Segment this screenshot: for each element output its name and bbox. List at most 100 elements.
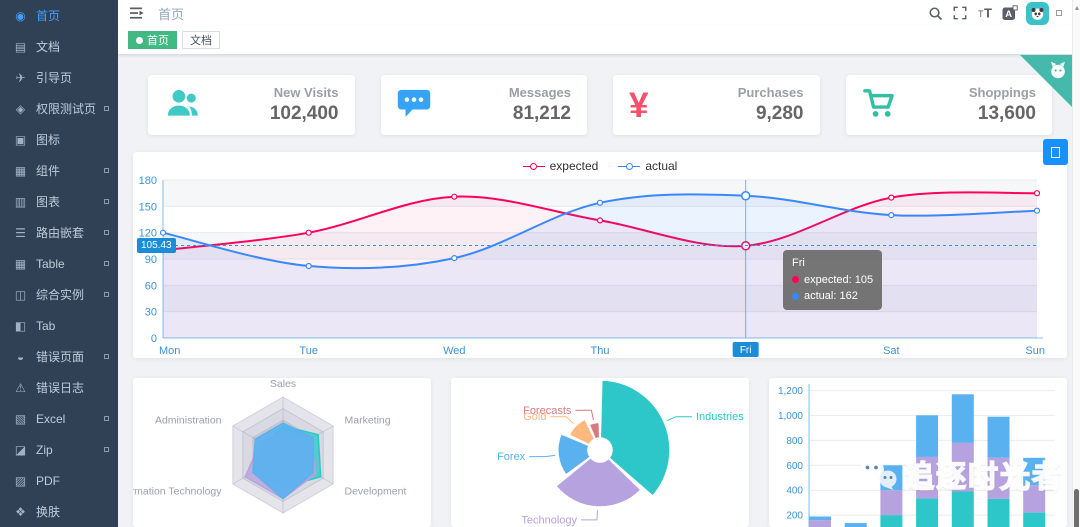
font-size-icon[interactable]: TT <box>976 4 994 22</box>
example-icon: ◫ <box>14 287 27 302</box>
settings-icon <box>1051 146 1060 158</box>
stat-card-value: 102,400 <box>269 103 339 124</box>
svg-text:150: 150 <box>139 201 157 213</box>
stat-card-title: Messages <box>508 85 571 100</box>
caret-down-icon[interactable] <box>1056 10 1062 16</box>
search-icon[interactable] <box>926 4 944 22</box>
svg-text:Administration: Administration <box>155 415 222 427</box>
chart-icon: ▥ <box>14 194 27 209</box>
sidebar-item-charts[interactable]: ▥ 图表 <box>0 186 118 217</box>
tag-文档[interactable]: 文档 <box>182 31 220 49</box>
sidebar-item-label: Excel <box>36 411 66 426</box>
sidebar-item-home[interactable]: ◉ 首页 <box>0 0 118 31</box>
chevron-right-icon <box>104 261 109 266</box>
stat-card-messages[interactable]: Messages 81,212 <box>380 75 587 135</box>
stat-card-purchases[interactable]: ¥ Purchases 9,280 <box>613 75 820 135</box>
error-page-icon: ◒ <box>16 349 25 364</box>
legend-item-actual[interactable]: actual <box>618 159 677 173</box>
svg-text:Forex: Forex <box>497 451 526 463</box>
sidebar-item-nested-routes[interactable]: ☰ 路由嵌套 <box>0 217 118 248</box>
legend-label: expected <box>549 159 599 173</box>
sidebar-item-label: Table <box>36 256 65 271</box>
axis-pointer-label: 105.43 <box>137 238 176 253</box>
sidebar-item-permission[interactable]: ◈ 权限测试页 <box>0 93 118 124</box>
stat-card-title: New Visits <box>273 85 339 100</box>
stat-card-value: 81,212 <box>512 103 571 124</box>
svg-text:60: 60 <box>145 280 157 292</box>
legend-item-expected[interactable]: expected <box>522 159 599 173</box>
legend-marker <box>618 162 641 170</box>
breadcrumb[interactable]: 首页 <box>158 4 184 23</box>
sidebar-item-guide[interactable]: ✈ 引导页 <box>0 62 118 93</box>
sidebar-item-label: 首页 <box>36 9 61 23</box>
bar-chart[interactable]: 200 400 600 800 1,000 1,200 <box>769 378 1062 527</box>
sidebar-item-table[interactable]: ▦ Table <box>0 248 118 279</box>
chevron-right-icon <box>104 416 109 421</box>
sidebar-item-pdf[interactable]: ▨ PDF <box>0 465 118 496</box>
svg-text:1,000: 1,000 <box>778 411 803 422</box>
hamburger-icon[interactable] <box>128 4 146 22</box>
sidebar-item-label: Zip <box>36 442 53 457</box>
svg-text:30: 30 <box>145 307 157 319</box>
sidebar-item-example[interactable]: ◫ 综合实例 <box>0 279 118 310</box>
chevron-right-icon <box>104 199 109 204</box>
sidebar-item-error-log[interactable]: ⚠ 错误日志 <box>0 372 118 403</box>
scrollbar-thumb[interactable] <box>1074 489 1079 527</box>
chevron-right-icon <box>104 106 109 111</box>
icons-icon: ▣ <box>14 132 27 147</box>
radar-chart[interactable]: Sales Administration Information Technolog… <box>133 378 426 527</box>
stat-card-value: 9,280 <box>755 103 804 124</box>
fullscreen-icon[interactable] <box>951 4 969 22</box>
svg-text:90: 90 <box>145 254 157 266</box>
guide-icon: ✈ <box>15 70 26 85</box>
chevron-right-icon <box>104 447 109 452</box>
sidebar-item-label: 错误页面 <box>36 350 85 364</box>
tag-label: 文档 <box>190 35 212 47</box>
sidebar-item-tab[interactable]: ◧ Tab <box>0 310 118 341</box>
stat-card-new-visits[interactable]: New Visits 102,400 <box>148 75 355 135</box>
tag-首页[interactable]: 首页 <box>128 31 177 49</box>
navbar: 首页 TT A <box>118 0 1072 26</box>
sidebar-item-label: 文档 <box>36 40 61 54</box>
chevron-right-icon <box>104 168 109 173</box>
sidebar-item-icons[interactable]: ▣ 图标 <box>0 124 118 155</box>
avatar[interactable] <box>1026 1 1049 25</box>
svg-text:Information Technology: Information Technology <box>133 486 222 498</box>
language-icon[interactable]: A <box>1001 4 1019 22</box>
sidebar-item-label: 引导页 <box>36 71 73 85</box>
tab-icon: ◧ <box>14 318 27 333</box>
zip-icon: ◪ <box>14 442 27 457</box>
sidebar-item-zip[interactable]: ◪ Zip <box>0 434 118 465</box>
dashboard-content: New Visits 102,400 Messages 81,212 ¥ Purchase… <box>118 55 1072 527</box>
chart-legend: expected actual <box>133 159 1067 173</box>
line-chart[interactable]: Mon Tue Wed Thu Fri Sat Sun0306090120150180 <box>133 152 1053 358</box>
radar-chart-panel: Sales Administration Information Technolog… <box>133 378 431 527</box>
sidebar-item-label: 图表 <box>36 195 61 209</box>
svg-text:400: 400 <box>786 486 803 497</box>
bar-chart-panel: 200 400 600 800 1,000 1,200 追逐时光者 <box>769 378 1067 527</box>
svg-text:Fri: Fri <box>740 345 752 356</box>
settings-button[interactable] <box>1043 139 1068 165</box>
svg-text:T: T <box>984 6 992 21</box>
dashboard-icon: ◉ <box>15 8 26 23</box>
pie-chart[interactable]: IndustriesTechnologyForexGoldForecasts <box>451 378 744 527</box>
chevron-right-icon <box>104 292 109 297</box>
svg-text:180: 180 <box>139 175 157 187</box>
theme-icon: ❖ <box>15 504 26 519</box>
page-scrollbar[interactable] <box>1072 0 1080 527</box>
svg-text:Marketing: Marketing <box>345 415 391 427</box>
sidebar-item-label: 错误日志 <box>36 381 85 395</box>
sidebar-item-theme[interactable]: ❖ 换肤 <box>0 496 118 527</box>
svg-text:800: 800 <box>786 436 803 447</box>
github-icon <box>1047 59 1069 86</box>
sidebar-item-components[interactable]: ▦ 组件 <box>0 155 118 186</box>
svg-text:Forecasts: Forecasts <box>523 405 572 417</box>
sidebar-item-documentation[interactable]: ▤ 文档 <box>0 31 118 62</box>
sidebar-item-excel[interactable]: ▧ Excel <box>0 403 118 434</box>
scrollbar-up-arrow[interactable] <box>1074 6 1079 10</box>
line-chart-panel: expected actual Mon Tue Wed Thu Fri Sat Sun 0 30 6… <box>133 152 1067 358</box>
sidebar-item-error-pages[interactable]: ◒ 错误页面 <box>0 341 118 372</box>
svg-text:Technology: Technology <box>521 514 577 526</box>
table-icon: ▦ <box>14 256 27 271</box>
github-corner-ribbon[interactable] <box>1020 55 1072 107</box>
